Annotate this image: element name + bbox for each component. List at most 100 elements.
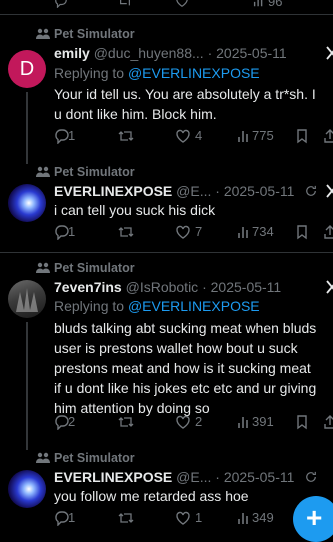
views-count: 349: [252, 510, 274, 525]
post-date[interactable]: 2025-05-11: [224, 183, 295, 199]
grok-icon[interactable]: [326, 46, 333, 60]
replying-prefix: Replying to: [54, 65, 125, 81]
community-icon: [36, 262, 50, 273]
post-date[interactable]: 2025-05-11: [224, 469, 295, 485]
post-date[interactable]: 2025-05-11: [216, 45, 287, 61]
like-icon: [176, 129, 190, 143]
handle[interactable]: @IsRobotic: [126, 279, 199, 295]
views-icon[interactable]: [252, 0, 266, 8]
community-name[interactable]: Pet Simulator: [54, 165, 135, 179]
views-icon: [238, 227, 248, 238]
edit-history-icon[interactable]: [305, 184, 317, 198]
reply-count: 1: [68, 510, 76, 525]
views-count: 775: [252, 128, 274, 143]
avatar[interactable]: [8, 280, 46, 318]
grok-icon[interactable]: [326, 280, 333, 294]
post-text: i can tell you suck his dick: [54, 200, 333, 220]
post-text: you follow me retarded ass hoe: [54, 486, 333, 506]
display-name[interactable]: 7even7ins: [54, 279, 122, 295]
repost-icon: [118, 227, 134, 237]
action-bar: 1 4 775: [54, 128, 333, 144]
bookmark-icon: [297, 225, 307, 240]
avatar-letter: D: [19, 58, 35, 80]
compose-icon: +: [306, 502, 323, 533]
views-icon: [238, 513, 248, 524]
text-line: prestons meat and how is it sucking meat: [54, 360, 311, 376]
previous-post-actions: 96: [0, 0, 333, 14]
compose-button[interactable]: +: [293, 496, 333, 542]
repost-icon: [118, 513, 134, 523]
like-icon[interactable]: [175, 0, 189, 8]
like-icon: [176, 511, 190, 525]
reply-count: 1: [68, 128, 76, 143]
divider: [0, 252, 333, 253]
text-line: u dont like him. Block him.: [54, 106, 217, 122]
share-icon: [324, 415, 333, 429]
separator: ·: [215, 469, 220, 485]
separator: ·: [202, 279, 207, 295]
mention-link[interactable]: @EVERLINEXPOSE: [128, 65, 260, 81]
like-count: 2: [195, 414, 203, 429]
like-count: 7: [195, 224, 203, 239]
action-bar: 1 7 734: [54, 224, 333, 240]
reply-count: 2: [68, 414, 76, 429]
community-name[interactable]: Pet Simulator: [54, 261, 135, 275]
replying-to: Replying to @EVERLINEXPOSE: [54, 297, 260, 315]
community-icon: [36, 452, 50, 463]
replying-to: Replying to @EVERLINEXPOSE: [54, 64, 260, 82]
handle[interactable]: @E...: [176, 183, 211, 199]
avatar[interactable]: D: [8, 50, 46, 88]
post-text: bluds talking abt sucking meat when blud…: [54, 318, 333, 418]
post-text: Your id tell us. You are absolutely a tr…: [54, 84, 333, 124]
avatar[interactable]: [8, 470, 46, 508]
post-header: emily @duc_huyen88... · 2025-05-11: [54, 44, 333, 62]
avatar[interactable]: [8, 184, 46, 222]
text-line: you follow me retarded ass hoe: [54, 488, 249, 504]
share-icon: [324, 129, 333, 143]
community-icon: [36, 166, 50, 177]
text-line: if u dont like his jokes etc etc and ur …: [54, 380, 317, 396]
views-icon: [238, 417, 248, 428]
post-header: EVERLINEXPOSE @E... · 2025-05-11: [54, 468, 333, 486]
text-line: Your id tell us. You are absolutely a tr…: [54, 86, 316, 102]
post-date[interactable]: 2025-05-11: [211, 279, 282, 295]
bookmark-icon: [297, 415, 307, 430]
text-line: user is prestons wallet how bout u suck: [54, 340, 298, 356]
like-icon: [176, 415, 190, 429]
action-bar: 1 1 349: [54, 510, 333, 526]
mention-link[interactable]: @EVERLINEXPOSE: [128, 298, 260, 314]
reply-icon[interactable]: [54, 0, 68, 8]
community-icon: [36, 28, 50, 39]
avatar-image: [16, 288, 38, 312]
reply-count: 1: [68, 224, 76, 239]
text-line: bluds talking abt sucking meat when blud…: [54, 320, 317, 336]
views-count: 96: [268, 0, 283, 9]
display-name[interactable]: EVERLINEXPOSE: [54, 469, 172, 485]
action-bar: 2 2 391: [54, 414, 333, 430]
like-count: 4: [195, 128, 203, 143]
share-icon: [324, 225, 333, 239]
community-name[interactable]: Pet Simulator: [54, 27, 135, 41]
text-line: i can tell you suck his dick: [54, 202, 216, 218]
views-count: 391: [252, 414, 274, 429]
grok-icon[interactable]: [326, 184, 333, 198]
separator: ·: [215, 183, 220, 199]
community-name[interactable]: Pet Simulator: [54, 451, 135, 465]
display-name[interactable]: emily: [54, 45, 90, 61]
repost-icon: [118, 131, 134, 141]
edit-history-icon[interactable]: [305, 470, 317, 484]
handle[interactable]: @duc_huyen88...: [94, 45, 204, 61]
repost-icon[interactable]: [118, 0, 132, 8]
bookmark-icon: [297, 129, 307, 144]
handle[interactable]: @E...: [176, 469, 211, 485]
post-header: EVERLINEXPOSE @E... · 2025-05-11: [54, 182, 333, 200]
replying-prefix: Replying to: [54, 298, 125, 314]
separator: ·: [207, 45, 213, 61]
display-name[interactable]: EVERLINEXPOSE: [54, 183, 172, 199]
repost-icon: [118, 417, 134, 427]
divider: [0, 14, 333, 15]
views-icon: [238, 131, 248, 142]
thread-line: [26, 92, 28, 164]
like-count: 1: [195, 510, 203, 525]
post-header: 7even7ins @IsRobotic · 2025-05-11: [54, 278, 333, 296]
